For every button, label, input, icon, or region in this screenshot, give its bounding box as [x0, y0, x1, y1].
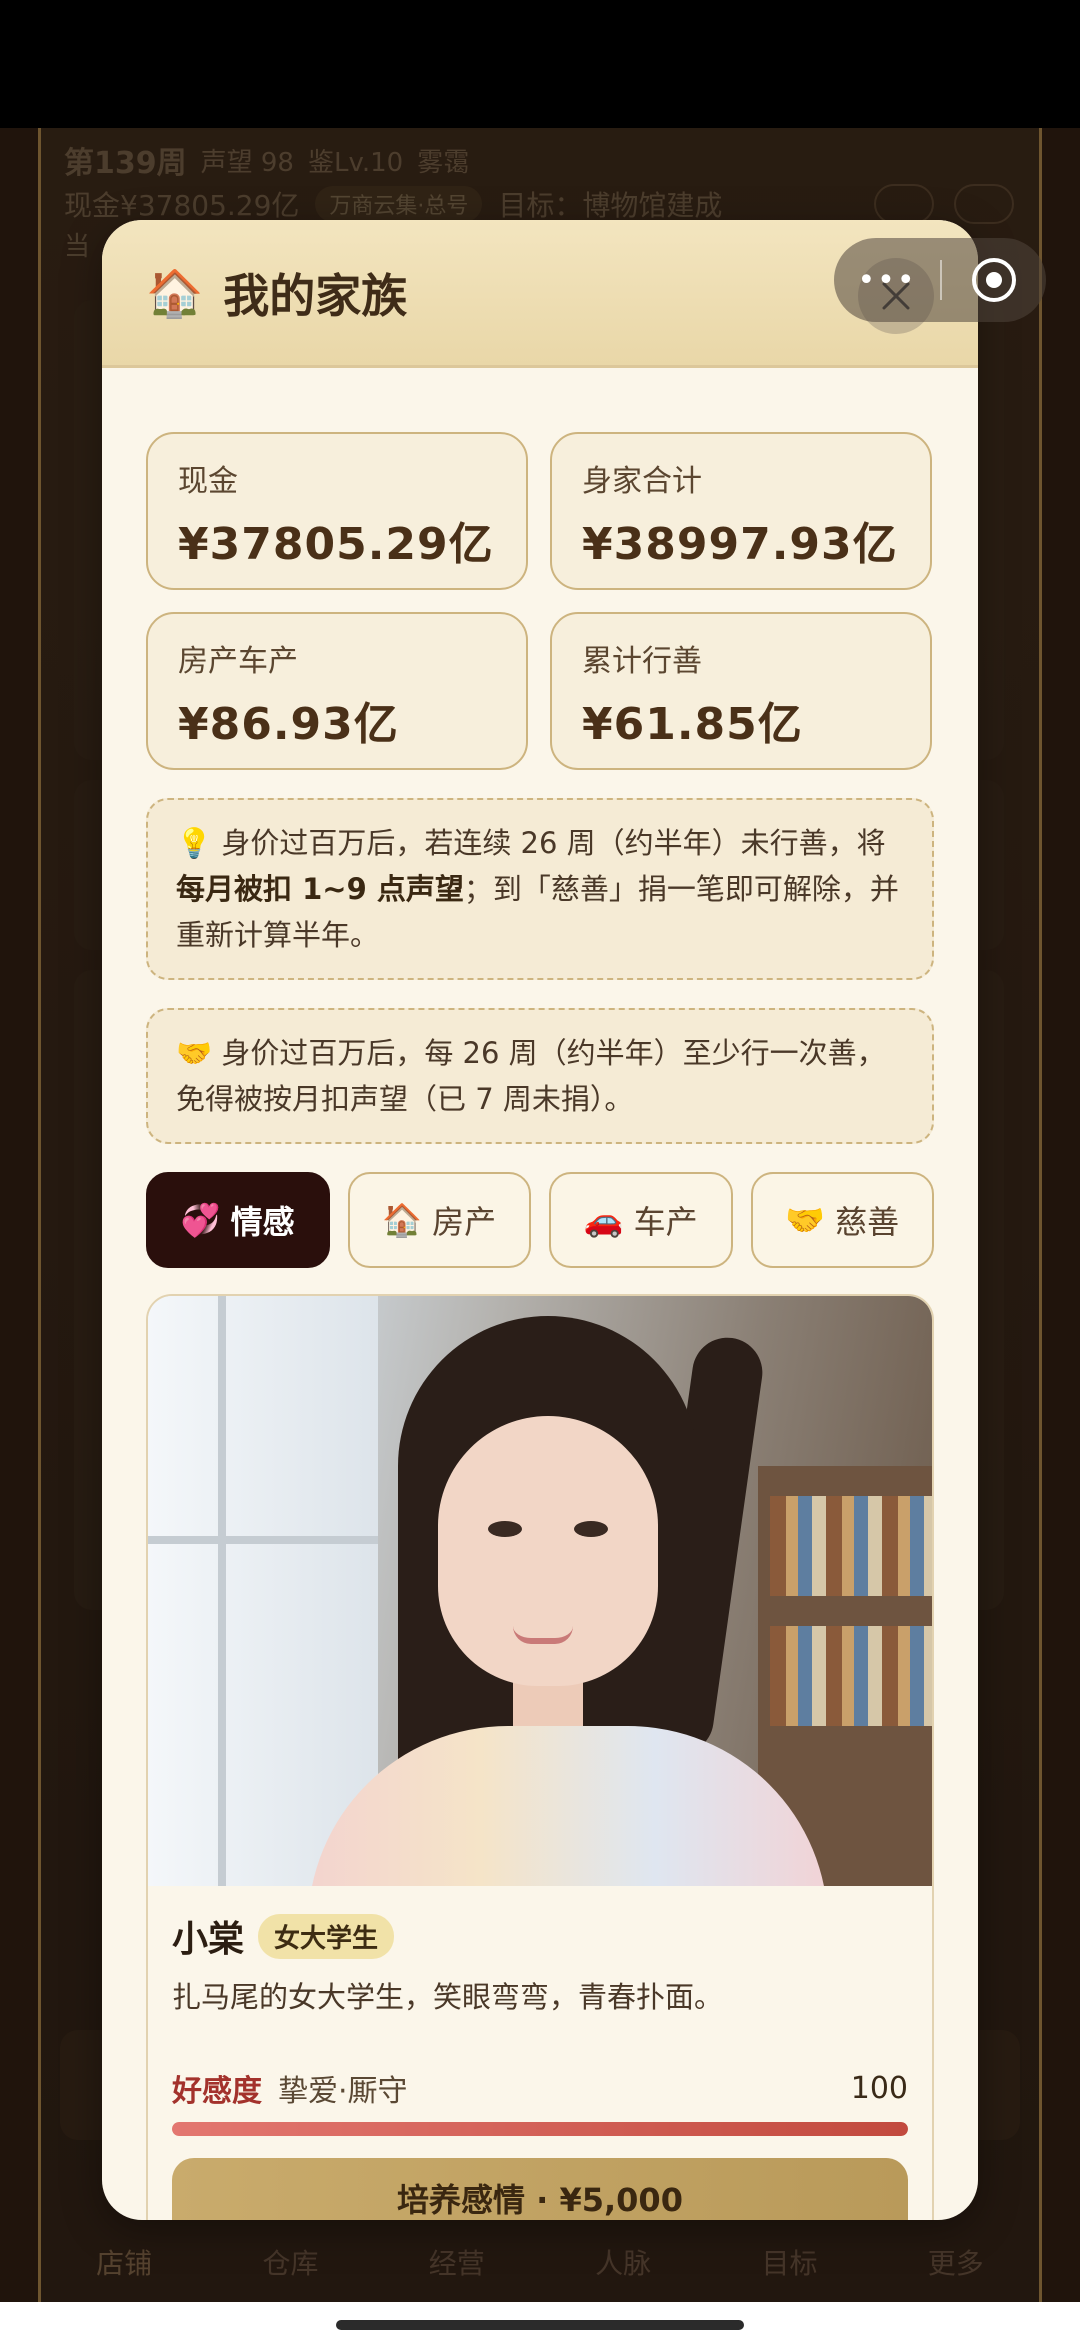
notice-text: 身价过百万后，若连续 26 周（约半年）未行善，将	[221, 826, 886, 860]
tab-label: 房产	[432, 1203, 497, 1241]
handshake-icon: 🤝	[176, 1036, 213, 1070]
tab-vehicles[interactable]: 🚗 车产	[549, 1172, 733, 1268]
hearts-icon: 💞	[180, 1201, 221, 1239]
house-icon: 🏠	[146, 265, 204, 320]
affinity-label: 好感度	[172, 2074, 262, 2109]
tab-charity[interactable]: 🤝 慈善	[750, 1172, 934, 1268]
reputation-warning-notice: 💡 身价过百万后，若连续 26 周（约半年）未行善，将每月被扣 1~9 点声望；…	[146, 798, 934, 980]
affinity-bar-fill	[172, 2122, 908, 2136]
stat-grid: 现金 ¥37805.29亿 身家合计 ¥38997.93亿 房产车产 ¥86.9…	[146, 432, 934, 770]
stat-label: 房产车产	[178, 644, 298, 679]
charity-reminder-notice: 🤝 身价过百万后，每 26 周（约半年）至少行一次善，免得被按月扣声望（已 7 …	[146, 1008, 934, 1144]
affinity-value: 100	[850, 2070, 908, 2106]
home-bar	[0, 2302, 1080, 2347]
modal-title: 我的家族	[223, 268, 408, 323]
exit-target-icon[interactable]	[942, 258, 1046, 302]
more-dots-icon[interactable]: •••	[834, 263, 940, 298]
stat-label: 累计行善	[582, 644, 702, 679]
lightbulb-icon: 💡	[176, 826, 213, 860]
affinity-status: 挚爱·厮守	[278, 2074, 408, 2109]
stat-label: 现金	[178, 464, 238, 499]
stat-card-property: 房产车产 ¥86.93亿	[146, 612, 528, 770]
tab-property[interactable]: 🏠 房产	[347, 1172, 531, 1268]
stat-card-charity: 累计行善 ¥61.85亿	[550, 612, 932, 770]
miniprogram-capsule: •••	[834, 238, 1046, 322]
affinity-bar	[172, 2122, 908, 2136]
character-card: 小棠 女大学生 扎马尾的女大学生，笑眼弯弯，青春扑面。 好感度 挚爱·厮守 10…	[146, 1294, 934, 2220]
character-name: 小棠	[172, 1919, 245, 1960]
status-bar	[0, 0, 1080, 128]
stat-value: ¥86.93亿	[178, 699, 399, 750]
house-icon: 🏠	[382, 1201, 423, 1239]
tab-label: 车产	[633, 1203, 698, 1241]
home-indicator[interactable]	[336, 2320, 744, 2330]
family-tabs: 💞 情感 🏠 房产 🚗 车产 🤝 慈善	[146, 1172, 934, 1268]
tab-label: 慈善	[835, 1203, 900, 1241]
character-description: 扎马尾的女大学生，笑眼弯弯，青春扑面。	[172, 1980, 724, 2014]
stat-card-net-worth: 身家合计 ¥38997.93亿	[550, 432, 932, 590]
stat-value: ¥38997.93亿	[582, 519, 898, 570]
character-portrait	[148, 1296, 932, 1886]
stat-value: ¥61.85亿	[582, 699, 803, 750]
character-tag: 女大学生	[258, 1913, 395, 1959]
stat-card-cash: 现金 ¥37805.29亿	[146, 432, 528, 590]
family-modal: 🏠 我的家族 现金 ¥37805.29亿 身家合计 ¥38997.93亿 房产车…	[102, 220, 978, 2220]
notice-text: 身价过百万后，每 26 周（约半年）至少行一次善，免得被按月扣声望（已 7 周未…	[176, 1036, 886, 1116]
stat-label: 身家合计	[582, 464, 702, 499]
car-icon: 🚗	[583, 1201, 624, 1239]
stat-value: ¥37805.29亿	[178, 519, 494, 570]
notice-emphasis: 每月被扣 1~9 点声望	[176, 872, 464, 906]
tab-relationships[interactable]: 💞 情感	[146, 1172, 330, 1268]
handshake-icon: 🤝	[785, 1201, 826, 1239]
tab-label: 情感	[230, 1203, 295, 1241]
train-affection-button[interactable]: 培养感情 · ¥5,000	[172, 2158, 908, 2220]
